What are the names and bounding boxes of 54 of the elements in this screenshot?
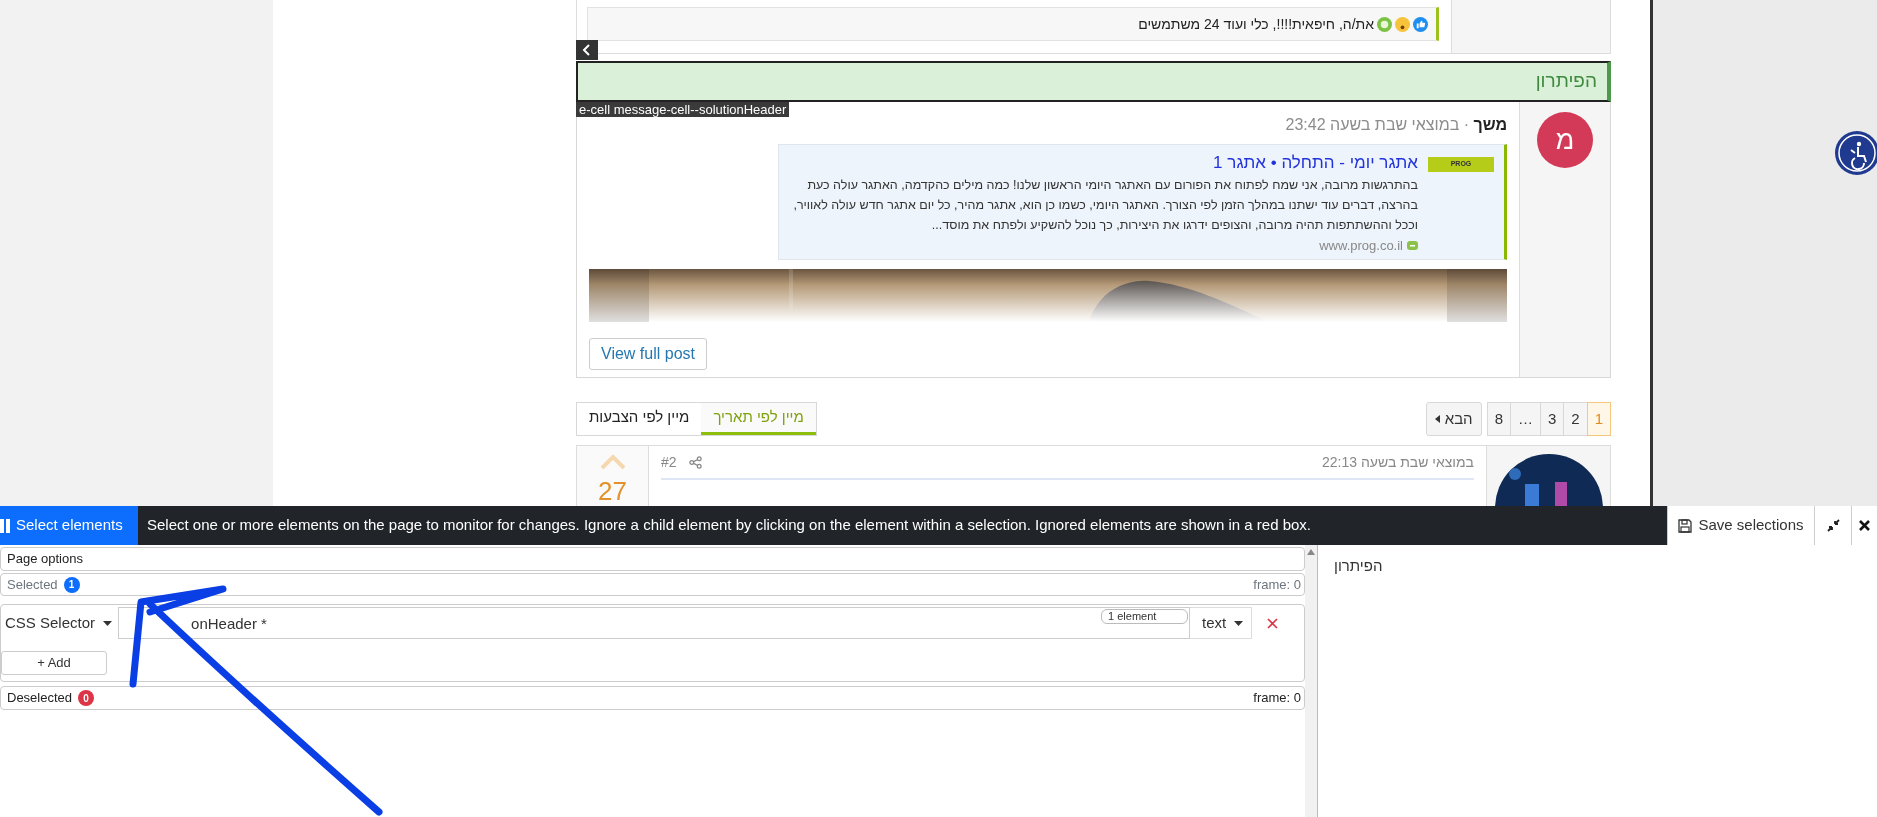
section-title: Page options	[7, 550, 83, 569]
preview-title[interactable]: אתגר יומי - התחלה • אתגר 1	[789, 153, 1418, 173]
compress-icon	[1826, 519, 1840, 532]
accessibility-button[interactable]	[1835, 131, 1877, 175]
add-button[interactable]: + Add	[1, 651, 107, 675]
post-time: במוצאי שבת בשעה 22:13	[1322, 452, 1474, 472]
close-button[interactable]	[1851, 506, 1877, 545]
page-button[interactable]: …	[1509, 402, 1541, 436]
minimize-button[interactable]	[1814, 506, 1851, 545]
solution-header: הפיתרון	[576, 61, 1611, 102]
close-icon	[1859, 520, 1870, 531]
post-time: · במוצאי שבת בשעה 23:42	[1285, 116, 1469, 133]
inspector-label: e-cell message-cell--solutionHeader	[576, 102, 790, 117]
next-page-button[interactable]: הבא	[1425, 402, 1482, 436]
section-label: Selected	[7, 575, 58, 594]
preview-text: הפיתרון	[1334, 557, 1383, 574]
match-count-badge: 1 element	[1101, 609, 1189, 624]
view-full-post-button[interactable]: View full post	[589, 338, 707, 370]
mode-dropdown[interactable]: text	[1190, 607, 1253, 639]
link-preview-card[interactable]	[778, 144, 1507, 260]
post-number[interactable]: #2	[661, 451, 677, 473]
count-badge: 1	[63, 576, 80, 593]
page-button[interactable]: 8	[1486, 402, 1511, 436]
accessibility-icon	[1835, 131, 1877, 175]
share-icon[interactable]	[688, 455, 702, 469]
sort-tab[interactable]: מיין לפי הצבעות	[577, 403, 702, 435]
frame-label: frame: 0	[1253, 575, 1301, 594]
save-icon	[1678, 518, 1693, 533]
preview-description: בהתרגשות מרובה, אני שמח לפתוח את הפורום עם האתגר היומי הראשון שלנו! כמה מילים כהקדמה, האתגר עולה כעת בהרצה, דברים עוד ישתנו במהלך הזמן לפי הצורך. האתגר היומי, כשמו כן הוא, אתגר מהיר, כל יום אתגר חדש עולה לאוויר, וככל וההשתתפות תהיה מרובה, והצופים ידרגו את היצירות, כך נוכל להשקיע ולפתח את מוסד...	[792, 177, 1418, 234]
avatar: מ	[1537, 112, 1593, 168]
close-icon	[1266, 617, 1278, 629]
select-elements-button[interactable]: Select elements	[0, 506, 138, 545]
caret-icon	[1434, 415, 1440, 423]
author-name[interactable]: משך	[1473, 116, 1507, 133]
vote-count: 27	[598, 476, 627, 506]
chevron-icon	[582, 44, 592, 56]
frame-label: frame: 0	[1253, 689, 1301, 708]
preview-domain: www.prog.co.il	[1319, 237, 1403, 255]
caret-icon	[103, 620, 113, 626]
scroll-up-arrow-icon[interactable]	[1307, 549, 1315, 555]
emoji-icon	[1395, 16, 1410, 32]
instructions-text: Select one or more elements on the page to monitor for changes. Ignore a child element by clicking on the element within a selection. Ignored elements are shown in a red box.	[146, 515, 1312, 536]
emoji-icon	[1377, 16, 1392, 32]
caret-icon	[1234, 620, 1244, 626]
page-button[interactable]: 3	[1539, 402, 1565, 436]
reactions-text: את/ה, חיפאית!!!!, כלי ועוד 24 משתמשים	[1138, 14, 1374, 34]
save-selections-button[interactable]: Save selections	[1667, 506, 1814, 545]
count-badge: 0	[78, 690, 95, 706]
section-label: Deselected	[7, 689, 73, 708]
expand-button[interactable]	[576, 40, 598, 60]
columns-icon	[0, 518, 10, 533]
thumbs-up-icon	[1413, 16, 1428, 32]
page-button[interactable]: 2	[1563, 402, 1588, 436]
link-icon	[1407, 241, 1418, 251]
